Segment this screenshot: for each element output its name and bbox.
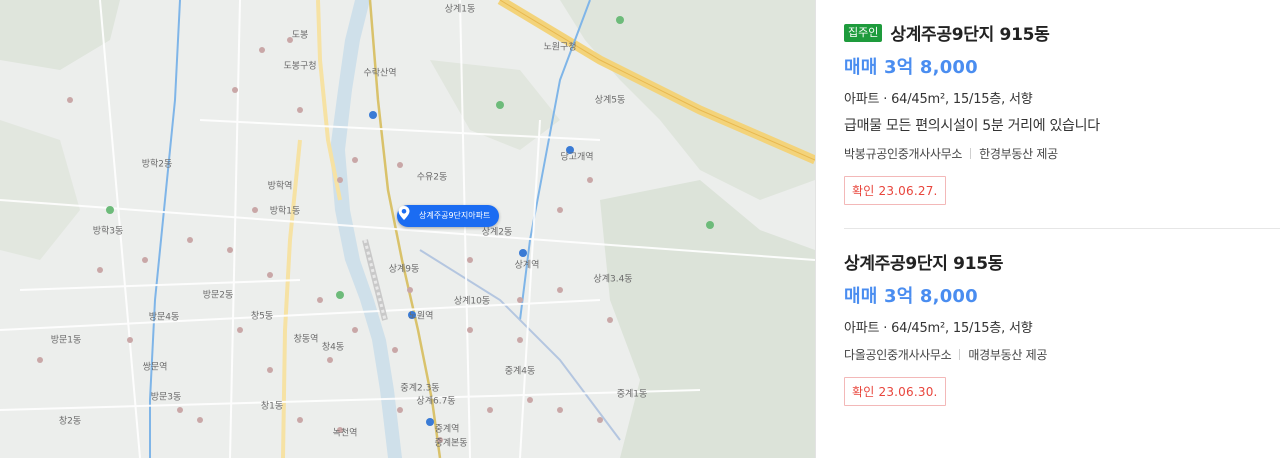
listing-card[interactable]: 집주인 상계주공9단지 915동 매매 3억 8,000 아파트 · 64/45… — [844, 20, 1280, 205]
map-area-label: 수락산역 — [363, 68, 397, 79]
map-area-label: 수유2동 — [416, 172, 448, 183]
listing-spec: 아파트 · 64/45m², 15/15층, 서향 — [844, 321, 1033, 336]
map-area-label: 상계6.7동 — [416, 396, 456, 407]
listing-spec: 아파트 · 64/45m², 15/15층, 서향 — [844, 92, 1033, 107]
listing-agent-row: 다올공인중개사사무소 매경부동산 제공 — [844, 346, 1280, 363]
listing-title[interactable]: 상계주공9단지 915동 — [890, 20, 1049, 45]
map-area-label: 중계1동 — [616, 389, 648, 400]
map-area-label: 녹천역 — [332, 428, 358, 439]
map-area-label: 창4동 — [321, 342, 345, 353]
listing-price: 매매 3억 8,000 — [844, 286, 978, 307]
data-provider: 한경부동산 제공 — [979, 147, 1058, 161]
map-area-label: 방문2동 — [202, 290, 234, 301]
listing-card[interactable]: 상계주공9단지 915동 매매 3억 8,000 아파트 · 64/45m², … — [844, 249, 1280, 406]
agent-name: 박봉규공인중개사사무소 — [844, 147, 963, 161]
map-area-label: 방학2동 — [141, 159, 173, 170]
map-area-label: 중계본동 — [434, 438, 468, 449]
map-area-label: 방문1동 — [50, 335, 82, 346]
map-area-label: 방문3동 — [150, 392, 182, 403]
agent-name: 다올공인중개사사무소 — [844, 348, 952, 362]
confirm-date-badge: 확인 23.06.27. — [844, 176, 946, 205]
map-area-label: 상계10동 — [453, 296, 491, 307]
map-area-label: 상계3.4동 — [593, 274, 633, 285]
map-area-label: 방학3동 — [92, 226, 124, 237]
map-view[interactable]: 상계1동도봉방학2동방학1동방학3동방문2동방문4동방문1동방문3동 창5동창4동… — [0, 0, 815, 458]
map-area-label: 상계5동 — [594, 95, 626, 106]
map-area-label: 도봉구청 — [283, 61, 317, 72]
map-area-label: 당고개역 — [560, 152, 594, 163]
confirm-date-badge: 확인 23.06.30. — [844, 377, 946, 406]
map-area-label: 상계9동 — [388, 264, 420, 275]
map-area-label: 창1동 — [260, 401, 284, 412]
map-area-label: 방문4동 — [148, 312, 180, 323]
listing-panel: 집주인 상계주공9단지 915동 매매 3억 8,000 아파트 · 64/45… — [815, 0, 1280, 458]
map-area-label: 방학1동 — [269, 206, 301, 217]
map-area-label: 창동역 — [293, 334, 319, 345]
map-area-label: 창2동 — [58, 416, 82, 427]
marker-label: 상계주공9단지아파트 — [419, 211, 491, 220]
listing-agent-row: 박봉규공인중개사사무소 한경부동산 제공 — [844, 145, 1280, 162]
data-provider: 매경부동산 제공 — [968, 348, 1048, 362]
map-area-label: 노원구청 — [543, 42, 577, 53]
map-area-label: 노원역 — [408, 311, 434, 322]
location-pin-icon — [398, 206, 410, 220]
map-area-label: 창5동 — [250, 311, 274, 322]
listing-price: 매매 3억 8,000 — [844, 57, 978, 78]
map-area-label: 상계1동 — [444, 4, 476, 15]
divider — [959, 349, 961, 360]
listing-title[interactable]: 상계주공9단지 915동 — [844, 249, 1003, 274]
map-area-label: 방학역 — [267, 181, 293, 192]
listing-description: 급매물 모든 편의시설이 5분 거리에 있습니다 — [844, 118, 1100, 134]
divider — [970, 148, 972, 159]
selected-complex-marker[interactable]: 상계주공9단지아파트 — [397, 205, 500, 227]
map-area-label: 쌍문역 — [142, 362, 168, 373]
map-area-label: 도봉 — [291, 30, 309, 41]
map-area-label: 상계역 — [514, 260, 540, 271]
map-area-label: 중계4동 — [504, 366, 536, 377]
listing-divider — [844, 228, 1280, 229]
map-area-label: 중계역 — [434, 424, 460, 435]
owner-badge: 집주인 — [844, 23, 883, 42]
map-area-label: 중계2.3동 — [400, 383, 440, 394]
